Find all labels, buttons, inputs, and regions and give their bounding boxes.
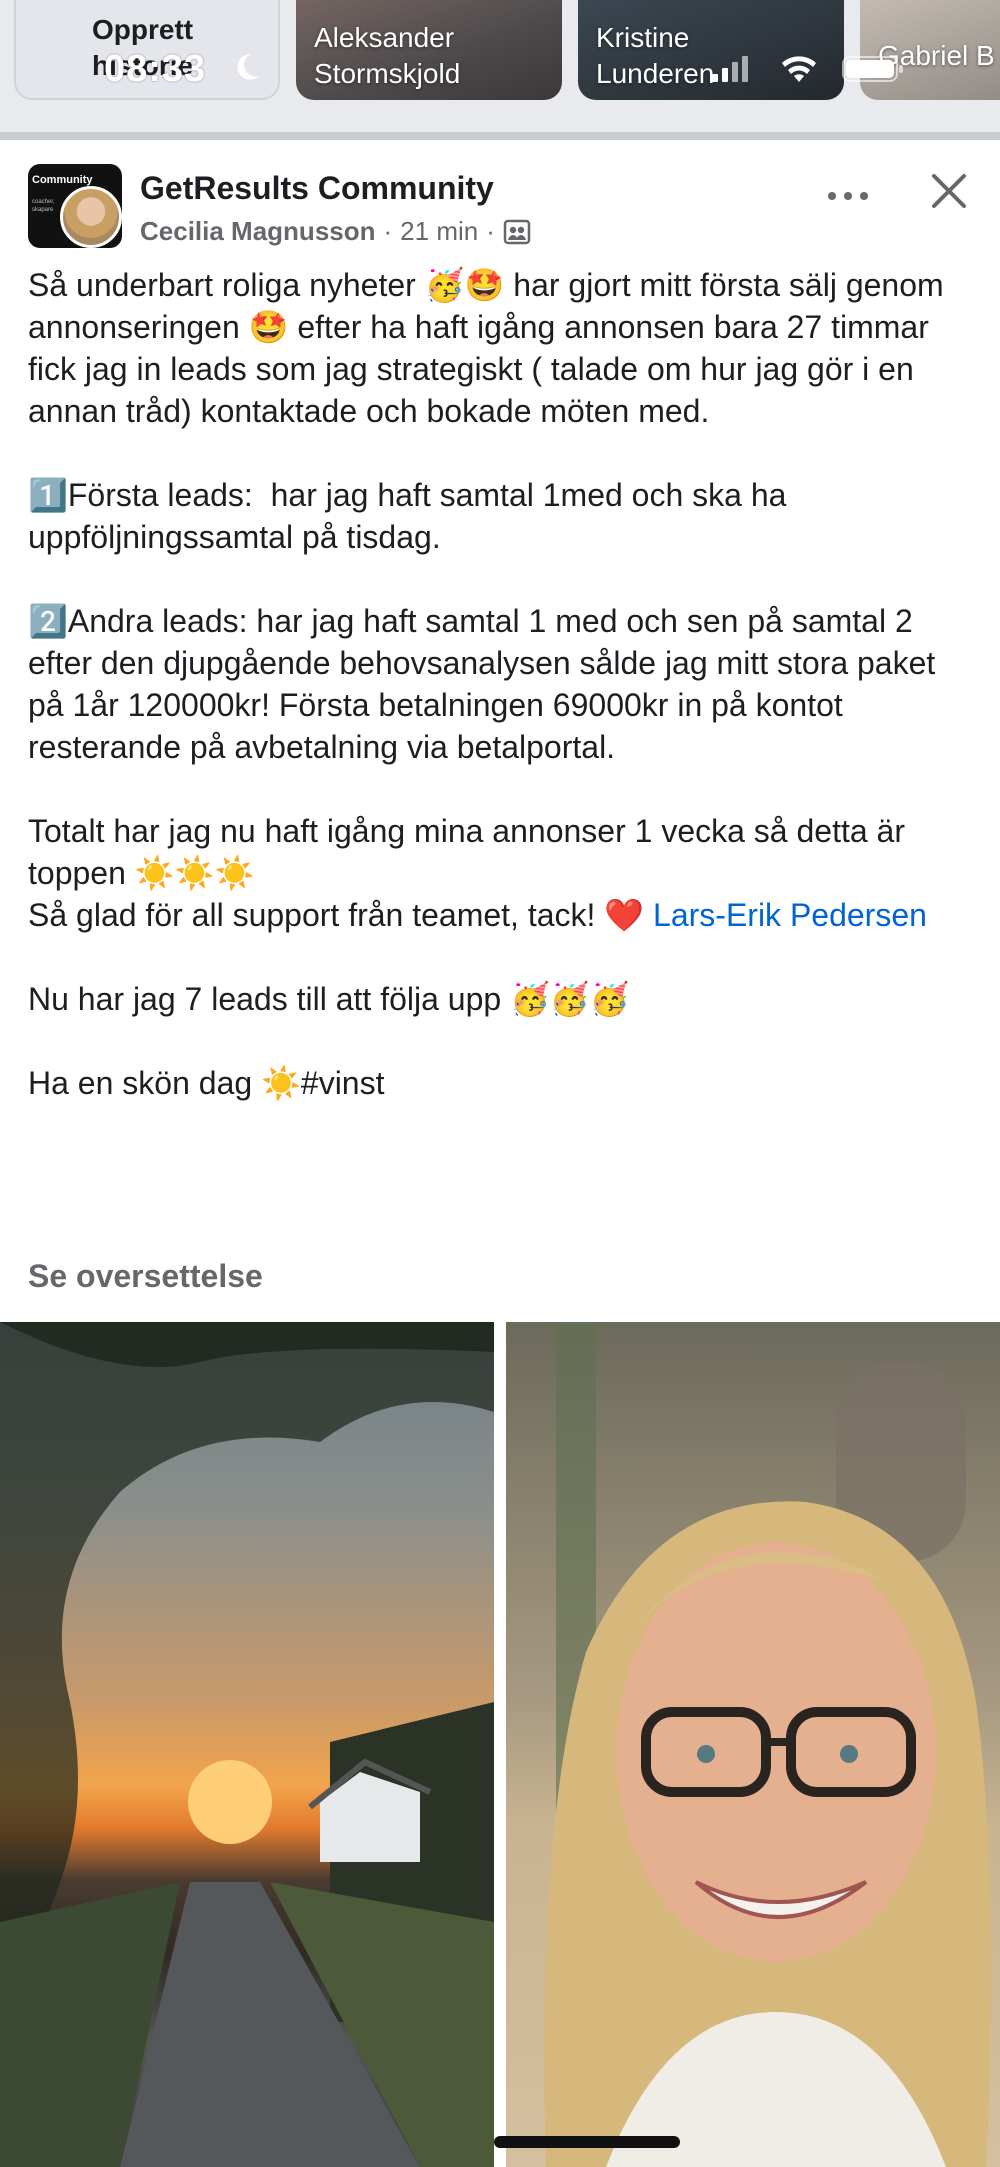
story-card-gabriel[interactable]: Gabriel B	[860, 0, 1000, 100]
battery-icon	[842, 56, 903, 82]
group-icon	[503, 219, 531, 244]
stories-strip: Opprett historie Aleksander Stormskjold …	[0, 0, 1000, 132]
post-paragraph-thanks: Så glad för all support från teamet, tac…	[28, 894, 978, 936]
signal-icon	[712, 56, 748, 82]
group-name[interactable]: GetResults Community	[140, 170, 494, 207]
moon-icon	[237, 54, 260, 80]
thanks-text: Så glad för all support från teamet, tac…	[28, 897, 654, 933]
post-header: Community coacher, skapare GetResults Com…	[0, 140, 1000, 260]
post-body: Så underbart roliga nyheter 🥳🤩 har gjort…	[28, 264, 978, 1104]
post-photo-sunset[interactable]	[0, 1322, 494, 2167]
post-time[interactable]: 21 min	[400, 216, 478, 247]
story-name: Aleksander Stormskjold	[314, 22, 461, 89]
post-paragraph-intro: Så underbart roliga nyheter 🥳🤩 har gjort…	[28, 267, 953, 429]
sunset-scene	[0, 1322, 494, 2167]
meta-separator: ·	[486, 216, 495, 246]
post-paragraph-closing: Ha en skön dag ☀️#vinst	[28, 1065, 385, 1101]
post-paragraph-lead-1: 1️⃣Första leads: har jag haft samtal 1me…	[28, 477, 796, 555]
post-paragraph-lead-2: 2️⃣Andra leads: har jag haft samtal 1 me…	[28, 603, 945, 765]
story-name: Kristine Lunderen	[596, 22, 715, 89]
post-paragraph-total: Totalt har jag nu haft igång mina annons…	[28, 813, 914, 891]
post-meta: Cecilia Magnusson · 21 min ·	[140, 216, 531, 247]
feed-divider	[0, 132, 1000, 140]
story-card-kristine[interactable]: Kristine Lunderen	[578, 0, 844, 100]
home-indicator[interactable]	[494, 2136, 680, 2148]
avatar-logo-subtext: coacher, skapare	[32, 199, 55, 213]
more-options-icon[interactable]	[820, 176, 876, 216]
status-time: 08:33	[104, 48, 207, 90]
mention-link[interactable]: Lars-Erik Pedersen	[653, 897, 927, 933]
see-translation-link[interactable]: Se oversettelse	[28, 1258, 263, 1295]
avatar-logo-text: Community	[32, 174, 93, 186]
author-name[interactable]: Cecilia Magnusson	[140, 216, 376, 247]
meta-separator: ·	[383, 216, 393, 246]
portrait-scene	[544, 1322, 992, 2167]
post-photo-portrait[interactable]	[506, 1322, 1000, 2167]
post-paragraph-leads: Nu har jag 7 leads till att följa upp 🥳🥳…	[28, 981, 630, 1017]
close-icon[interactable]	[924, 166, 974, 216]
story-card-aleksander[interactable]: Aleksander Stormskjold	[296, 0, 562, 100]
wifi-icon	[782, 56, 816, 82]
author-avatar[interactable]	[60, 186, 122, 248]
